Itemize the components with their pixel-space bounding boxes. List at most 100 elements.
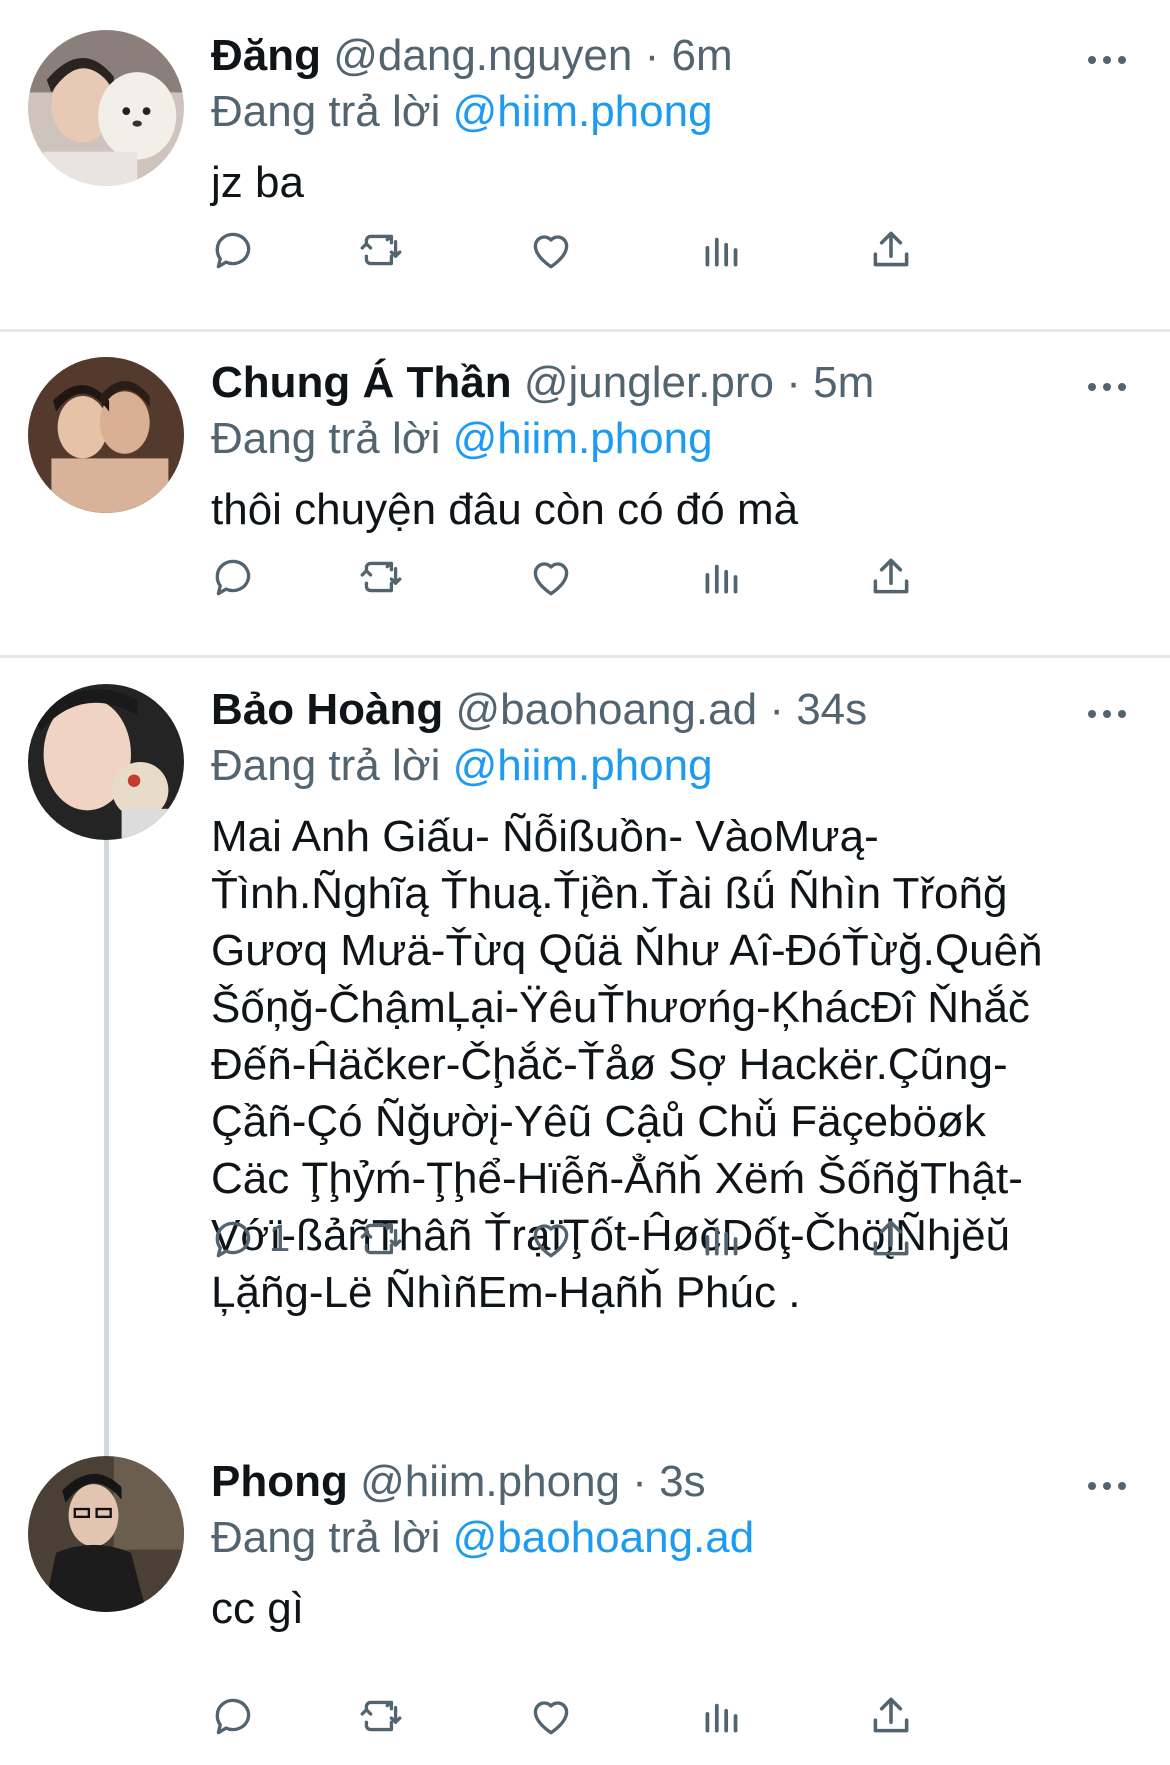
tweet-header: Chung Á Thần @jungler.pro · 5m [211,355,874,411]
tweet-text-line: Çầñ-Çó Ñğườį-Yêũ Cậů Chǚ Fäçeböøk [211,1097,986,1146]
tweet-actions: 1 [211,1209,1111,1269]
tweet[interactable]: Đăng @dang.nguyen · 6m Đang trả lời @hii… [0,0,1170,330]
like-button[interactable] [526,1209,576,1269]
more-dots-icon [1088,710,1126,718]
views-button[interactable] [697,1686,747,1746]
reply-mention-link[interactable]: @hiim.phong [453,741,713,790]
tweet-text-line: Šốņğ-ČhậmĻại-ŸêuŤhươńg-ĶhácĐî Ňhắč [211,983,1030,1032]
display-name[interactable]: Bảo Hoàng [211,685,443,734]
tweet-actions [211,220,1111,280]
share-icon [873,1220,909,1256]
display-name[interactable]: Phong [211,1457,348,1506]
tweet-actions [211,1686,1111,1746]
retweet-button[interactable] [356,1686,406,1746]
tweet-header: Đăng @dang.nguyen · 6m [211,28,733,84]
bar-chart-icon [705,237,738,267]
tweet-text-line: Mai Anh Giấu- Ñỗißuồn- VàoMưą- [211,812,879,861]
retweet-button[interactable] [356,547,406,607]
reply-bubble-icon [215,559,251,596]
retweet-icon [360,234,402,266]
tweet-actions [211,547,1111,607]
tweet-text: jz ba [211,158,304,207]
reply-bubble-icon [215,232,251,269]
user-handle[interactable]: @baohoang.ad [455,685,757,734]
replying-to: Đang trả lời @hiim.phong [211,738,713,794]
views-button[interactable] [697,547,747,607]
like-button[interactable] [526,220,576,280]
reply-bubble-icon [215,1698,251,1735]
heart-icon [533,1701,569,1735]
tweet-text: cc gì [211,1584,304,1633]
reply-mention-link[interactable]: @hiim.phong [453,87,713,136]
more-button[interactable] [1082,1466,1132,1506]
tweet[interactable]: Bảo Hoàng @baohoang.ad · 34s Đang trả lờ… [0,654,1170,1434]
timestamp[interactable]: 6m [672,31,733,80]
separator-dot: · [786,358,801,407]
tweet-text-line: Ťình.Ñghĩą Ťhuą.Ťįền.Ťài ßǘ Ñhìn Třoñğ [211,869,1008,918]
tweet[interactable]: Chung Á Thần @jungler.pro · 5m Đang trả … [0,327,1170,657]
display-name[interactable]: Đăng [211,31,321,80]
tweet-text-line: Ļặñg-Lë ÑhìñEm-Hạñȟ Phúc . [211,1268,801,1317]
more-button[interactable] [1082,694,1132,734]
avatar[interactable] [28,30,184,186]
separator-dot: · [644,31,660,80]
tweet-header: Bảo Hoàng @baohoang.ad · 34s [211,682,867,738]
reply-mention-link[interactable]: @hiim.phong [453,414,713,463]
share-button[interactable] [866,220,916,280]
avatar-photo [28,1456,184,1612]
share-button[interactable] [866,547,916,607]
bar-chart-icon [705,1226,738,1256]
replying-label: Đang trả lời [211,741,441,790]
retweet-button[interactable] [356,220,406,280]
retweet-icon [360,1700,402,1732]
separator-dot: · [769,685,784,734]
bar-chart-icon [705,564,738,594]
tweet-header: Phong @hiim.phong · 3s [211,1454,706,1510]
retweet-icon [360,1223,402,1255]
user-handle[interactable]: @hiim.phong [360,1457,620,1506]
retweet-icon [360,561,402,593]
replying-to: Đang trả lời @hiim.phong [211,84,713,140]
avatar[interactable] [28,357,184,513]
reply-count: 1 [269,1217,291,1260]
reply-bubble-icon [215,1221,251,1258]
more-button[interactable] [1082,40,1132,80]
separator-dot: · [632,1457,647,1506]
reply-button[interactable] [209,547,269,607]
avatar[interactable] [28,684,184,840]
more-dots-icon [1088,1482,1126,1490]
share-icon [873,1697,909,1733]
avatar-photo [28,357,184,513]
like-button[interactable] [526,1686,576,1746]
views-button[interactable] [697,1209,747,1269]
share-button[interactable] [866,1209,916,1269]
replying-to: Đang trả lời @baohoang.ad [211,1510,754,1566]
user-handle[interactable]: @jungler.pro [524,358,774,407]
heart-icon [533,235,569,269]
avatar[interactable] [28,1456,184,1612]
share-icon [873,231,909,267]
like-button[interactable] [526,547,576,607]
share-button[interactable] [866,1686,916,1746]
share-icon [873,558,909,594]
avatar-photo [28,30,184,186]
tweet[interactable]: Phong @hiim.phong · 3s Đang trả lời @bao… [0,1426,1170,1765]
user-handle[interactable]: @dang.nguyen [333,31,632,80]
timestamp[interactable]: 34s [796,685,867,734]
retweet-button[interactable] [356,1209,406,1269]
tweet-text-line: Gươq Mưä-Ťừq Qũä Ňhư Aî-ĐóŤừğ.Quêň [211,926,1043,975]
replying-to: Đang trả lời @hiim.phong [211,411,713,467]
reply-button[interactable] [209,1686,269,1746]
replying-label: Đang trả lời [211,1513,441,1562]
reply-button[interactable] [209,220,269,280]
reply-button[interactable]: 1 [209,1209,290,1269]
timestamp[interactable]: 3s [659,1457,705,1506]
replying-label: Đang trả lời [211,87,441,136]
more-button[interactable] [1082,367,1132,407]
reply-mention-link[interactable]: @baohoang.ad [453,1513,755,1562]
bar-chart-icon [705,1703,738,1733]
display-name[interactable]: Chung Á Thần [211,358,512,407]
views-button[interactable] [697,220,747,280]
timestamp[interactable]: 5m [813,358,874,407]
avatar-photo [28,684,184,840]
